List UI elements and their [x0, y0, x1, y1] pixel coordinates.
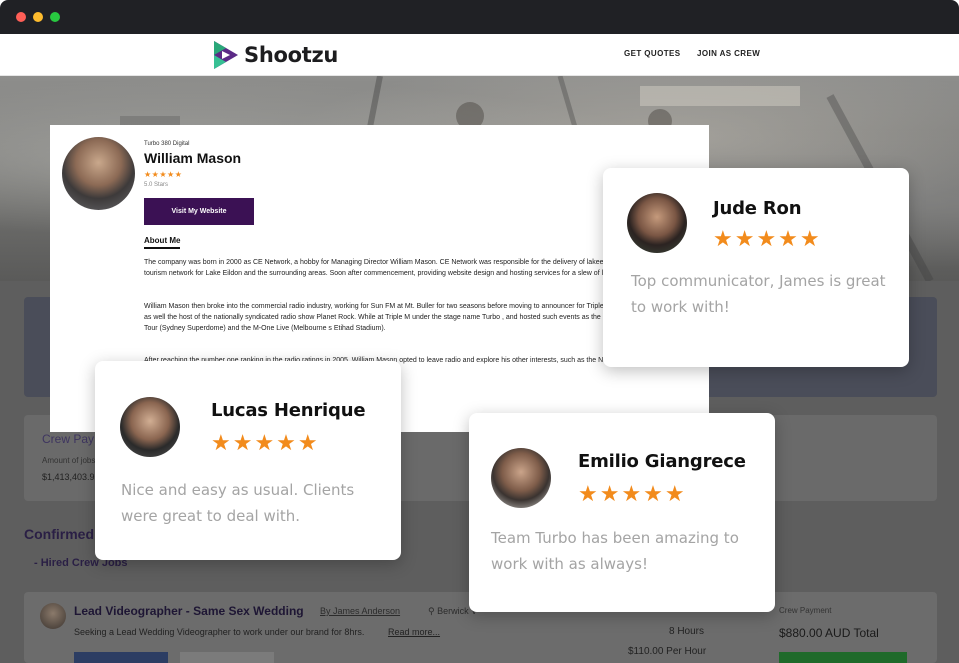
confirmed-heading: Confirmed — [24, 526, 94, 542]
reviewer-name: Jude Ron — [713, 198, 802, 219]
reviewer-avatar — [627, 193, 687, 253]
amount-value: $1,413,403.9 — [42, 472, 95, 482]
profile-name: William Mason — [144, 150, 242, 166]
job-hours: 8 Hours — [669, 626, 705, 637]
profile-avatar — [62, 137, 135, 210]
job-author-link[interactable]: By James Anderson — [320, 606, 400, 616]
crew-payment-label: Crew Payment — [779, 606, 832, 615]
reviewer-name: Lucas Henrique — [211, 400, 366, 421]
review-stars: ★★★★★ — [578, 481, 687, 506]
profile-company: Turbo 380 Digital — [144, 141, 190, 147]
reviewer-avatar — [491, 448, 551, 508]
close-window-icon[interactable] — [16, 12, 26, 22]
review-text: Nice and easy as usual. Clients were gre… — [121, 481, 355, 525]
logo-text: Shootzu — [244, 43, 339, 67]
job-description: Seeking a Lead Wedding Videographer to w… — [74, 627, 365, 637]
reviewer-name: Emilio Giangrece — [578, 451, 746, 472]
role-tag — [74, 652, 168, 663]
visit-website-button[interactable]: Visit My Website — [144, 198, 254, 225]
crew-pay-title: Crew Pay — [42, 432, 95, 446]
minimize-window-icon[interactable] — [33, 12, 43, 22]
job-title[interactable]: Lead Videographer - Same Sex Wedding — [74, 604, 304, 618]
nav-join-as-crew[interactable]: JOIN AS CREW — [697, 49, 760, 58]
profile-star-rating: ★★★★★ — [144, 170, 183, 179]
review-stars: ★★★★★ — [713, 226, 822, 251]
site-header: Shootzu GET QUOTES JOIN AS CREW — [0, 34, 959, 76]
job-id-tag — [180, 652, 274, 663]
nav-get-quotes[interactable]: GET QUOTES — [624, 49, 680, 58]
about-heading: About Me — [144, 236, 181, 245]
review-stars: ★★★★★ — [211, 430, 320, 455]
logo[interactable]: Shootzu — [212, 39, 338, 71]
review-card-emilio-giangrece: Emilio Giangrece ★★★★★ Team Turbo has be… — [469, 413, 775, 612]
shootzu-logo-icon — [214, 41, 238, 69]
review-text: Top communicator, James is great to work… — [631, 272, 886, 316]
window-titlebar — [0, 0, 959, 34]
about-underline — [144, 247, 180, 249]
job-avatar — [40, 603, 66, 629]
review-text: Team Turbo has been amazing to work with… — [491, 529, 739, 573]
crew-payment-value: $880.00 AUD Total — [779, 626, 879, 640]
amount-label: Amount of jobs — [42, 456, 96, 465]
review-card-lucas-henrique: Lucas Henrique ★★★★★ Nice and easy as us… — [95, 361, 401, 560]
reviewer-avatar — [120, 397, 180, 457]
read-more-link[interactable]: Read more... — [388, 627, 440, 637]
profile-rating-label: 5.0 Stars — [144, 182, 169, 188]
job-action-button[interactable] — [779, 652, 907, 663]
job-rate: $110.00 Per Hour — [628, 646, 707, 657]
maximize-window-icon[interactable] — [50, 12, 60, 22]
review-card-jude-ron: Jude Ron ★★★★★ Top communicator, James i… — [603, 168, 909, 367]
location-pin-icon: ⚲ — [428, 606, 438, 616]
